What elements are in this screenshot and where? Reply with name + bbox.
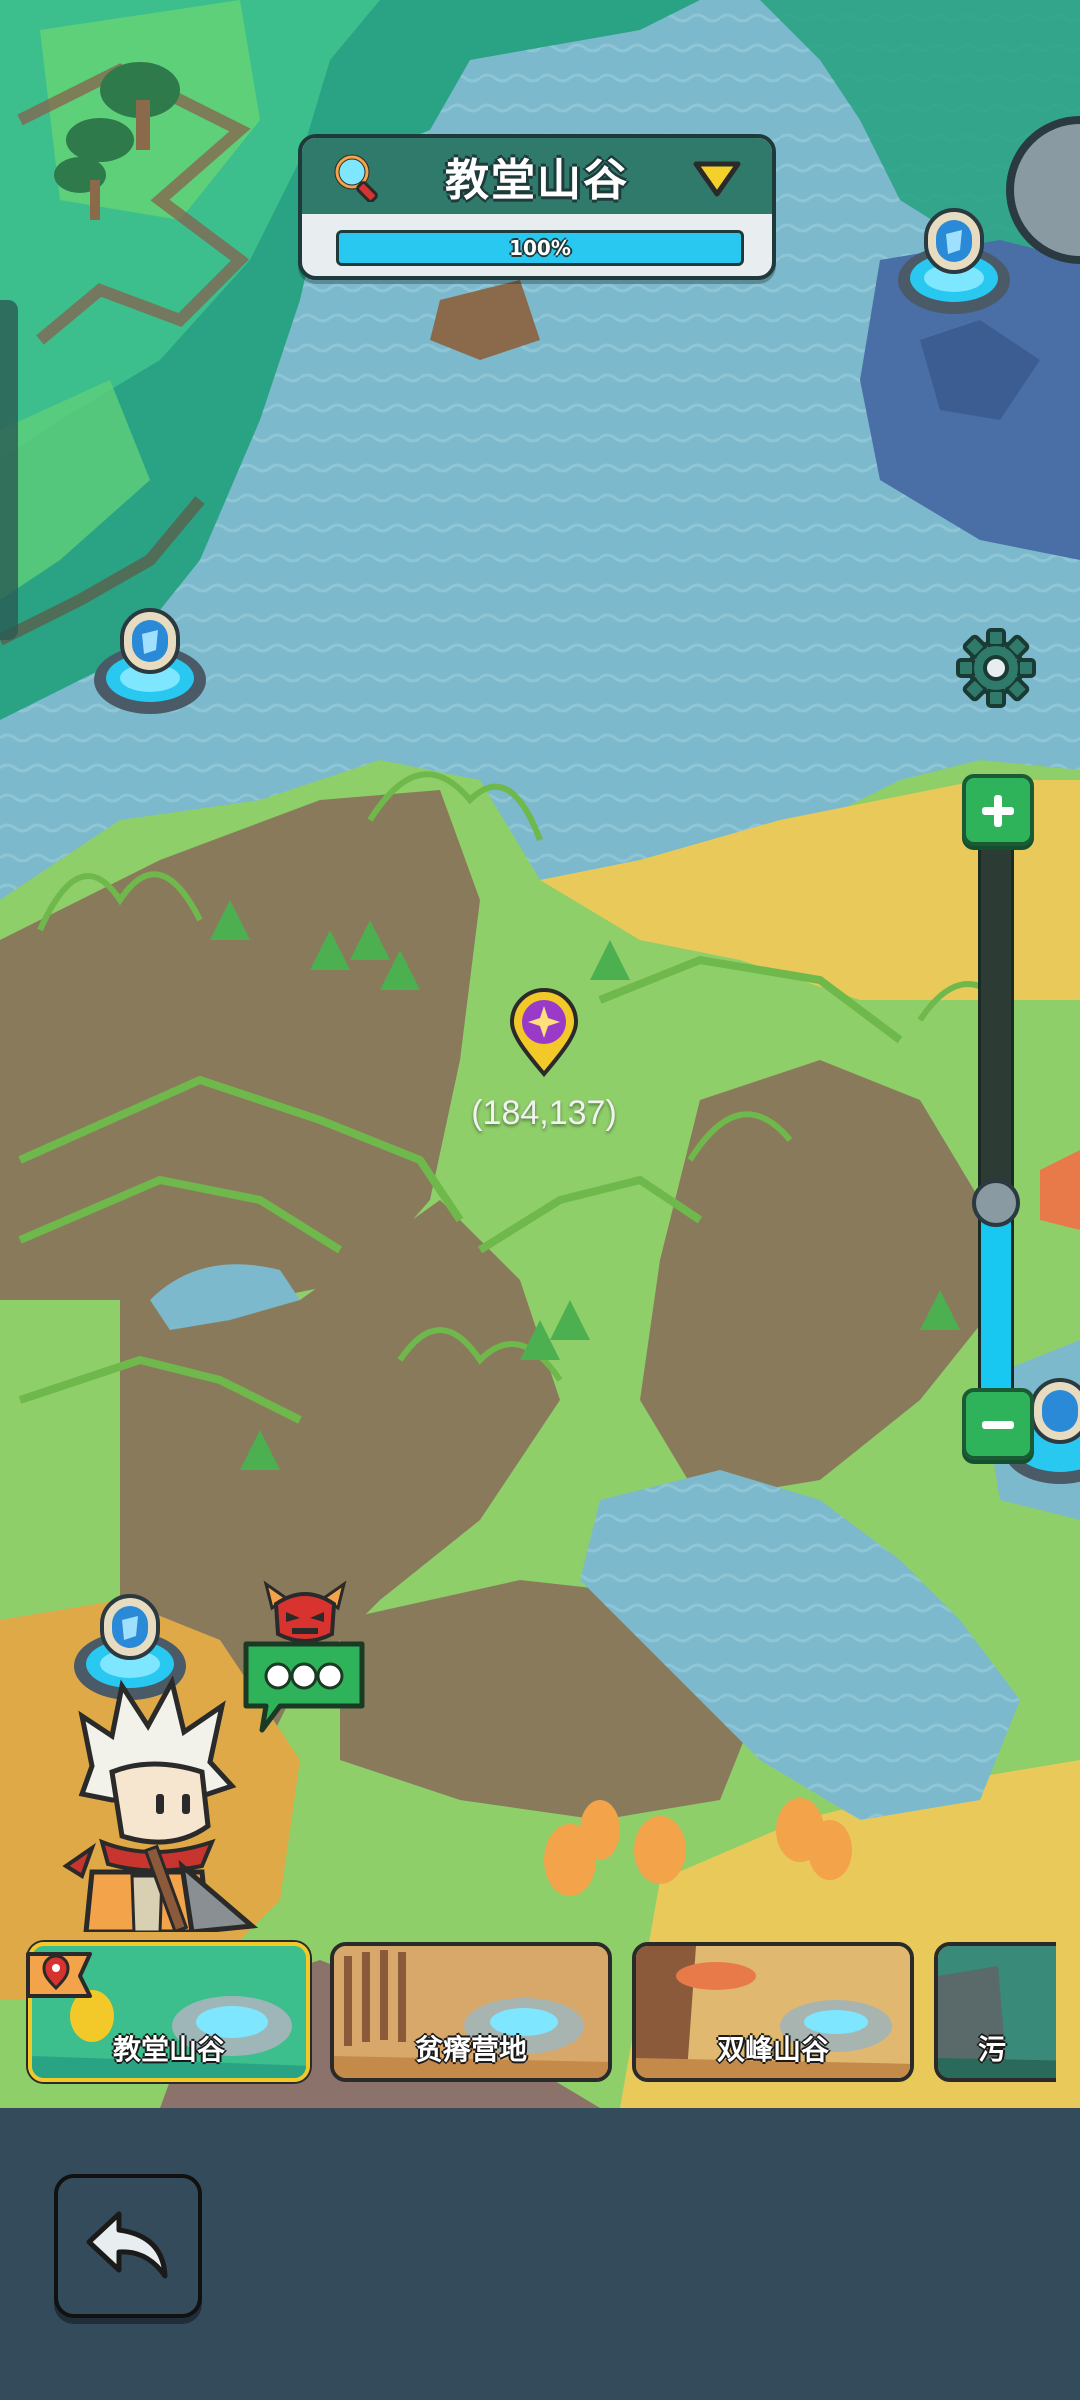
zoom-in-button[interactable] <box>962 774 1034 846</box>
search-icon[interactable] <box>330 150 382 202</box>
teleport-portal-icon[interactable] <box>894 200 1014 320</box>
region-card-3[interactable]: 双峰山谷 <box>632 1942 914 2082</box>
location-pin-icon[interactable] <box>508 988 580 1078</box>
world-map[interactable]: (184,137) 教堂山谷 100% 教堂山谷 贫瘠营地 双峰山谷 污 <box>0 0 1080 2108</box>
gear-icon[interactable] <box>954 626 1038 710</box>
zoom-slider-fill <box>981 1200 1011 1417</box>
region-selector[interactable]: 教堂山谷 100% <box>298 134 776 280</box>
region-card-label: 双峰山谷 <box>716 2033 829 2066</box>
back-arrow-icon <box>86 2211 168 2279</box>
zoom-out-button[interactable] <box>962 1388 1034 1460</box>
back-button[interactable] <box>54 2174 202 2318</box>
exploration-progress-text: 100% <box>509 236 571 260</box>
region-card-label: 贫瘠营地 <box>414 2033 527 2066</box>
region-card-label: 教堂山谷 <box>112 2033 225 2066</box>
coordinate-label: (184,137) <box>471 1094 617 1132</box>
region-card-label: 污 <box>978 2033 1007 2066</box>
zoom-slider-handle[interactable] <box>972 1179 1020 1227</box>
current-location-flag-icon <box>26 1952 92 1998</box>
region-title: 教堂山谷 <box>445 155 629 206</box>
teleport-portal-icon[interactable] <box>90 600 210 720</box>
plus-icon-vertical <box>994 795 1002 827</box>
exploration-progress-bar: 100% <box>336 230 744 266</box>
zoom-slider-track[interactable] <box>978 800 1014 1420</box>
hero-character[interactable] <box>52 1676 282 1932</box>
region-card-list[interactable]: 教堂山谷 贫瘠营地 双峰山谷 污 <box>0 1936 1056 2086</box>
minus-icon <box>982 1421 1014 1429</box>
region-card-2[interactable]: 贫瘠营地 <box>330 1942 612 2082</box>
region-card-4[interactable]: 污 <box>934 1942 1056 2082</box>
region-selector-bar[interactable]: 教堂山谷 <box>302 138 772 214</box>
side-panel-tab[interactable] <box>0 300 18 640</box>
chevron-down-icon[interactable] <box>692 158 742 198</box>
